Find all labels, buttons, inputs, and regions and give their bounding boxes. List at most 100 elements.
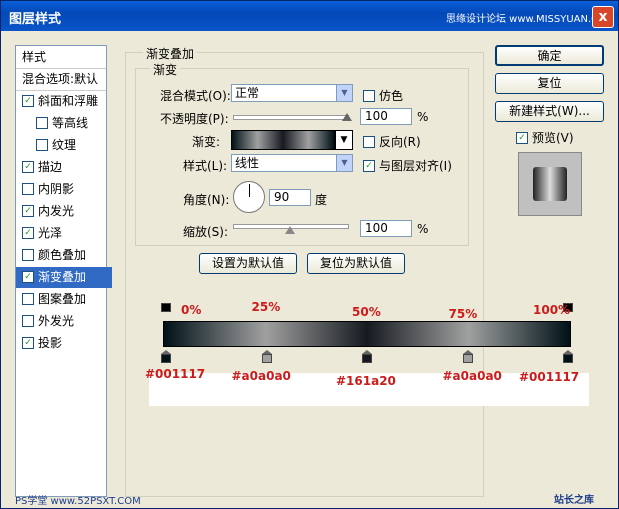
stop-percent-label: 0% [181, 303, 202, 317]
dialog-title: 图层样式 [9, 12, 62, 27]
style-item[interactable]: 图案叠加 [16, 289, 112, 310]
style-item-label: 描边 [38, 160, 63, 174]
checkbox-icon: ✓ [363, 159, 375, 172]
style-item-label: 图案叠加 [38, 292, 87, 306]
opacity-label: 不透明度(P): [160, 112, 229, 126]
angle-label: 角度(N): [183, 193, 230, 207]
style-item[interactable]: ✓ 斜面和浮雕 [16, 91, 112, 112]
stop-swatch [161, 354, 171, 363]
color-stop[interactable] [362, 350, 372, 363]
stop-square [161, 303, 171, 312]
style-item[interactable]: ✓ 描边 [16, 157, 112, 178]
style-select[interactable]: 线性 ▼ [231, 154, 353, 172]
checkbox-icon[interactable] [36, 116, 48, 129]
new-style-button[interactable]: 新建样式(W)... [495, 101, 604, 122]
checkbox-icon[interactable]: ✓ [22, 336, 34, 349]
gradient-bar[interactable] [163, 321, 571, 347]
gradient-dropdown[interactable]: ▼ [335, 130, 353, 150]
opacity-unit: % [417, 110, 429, 124]
opacity-slider-thumb[interactable] [342, 113, 352, 121]
stop-swatch [563, 354, 573, 363]
style-item-label: 渐变叠加 [38, 270, 87, 284]
dither-checkbox[interactable]: 仿色 [363, 87, 403, 104]
checkbox-icon[interactable] [22, 182, 34, 195]
style-item[interactable]: 颜色叠加 [16, 245, 112, 266]
stop-swatch [362, 354, 372, 363]
align-checkbox[interactable]: ✓ 与图层对齐(I) [363, 157, 452, 174]
styles-header[interactable]: 样式 [16, 46, 106, 69]
color-stop[interactable] [161, 350, 171, 363]
checkbox-icon[interactable] [22, 248, 34, 261]
stop-percent-label: 75% [448, 307, 478, 321]
style-item-label: 内阴影 [38, 182, 75, 196]
stop-swatch [462, 354, 473, 363]
style-item-label: 颜色叠加 [38, 248, 87, 262]
color-stop[interactable] [462, 350, 473, 363]
stop-color-label: #a0a0a0 [231, 369, 291, 383]
angle-input[interactable]: 90 [269, 189, 311, 206]
scale-slider-thumb[interactable] [285, 226, 295, 234]
blend-mode-select[interactable]: 正常 ▼ [231, 84, 353, 102]
checkbox-icon[interactable] [22, 292, 34, 305]
style-item-label: 外发光 [38, 314, 75, 328]
close-button[interactable]: x [592, 6, 614, 28]
reset-button[interactable]: 复位 [495, 73, 604, 94]
stop-percent-label: 100% [533, 303, 571, 317]
color-stop[interactable] [261, 350, 272, 363]
angle-needle [249, 184, 250, 197]
layer-style-dialog: 图层样式 思缘设计论坛 www.MISSYUAN.COM x 样式 混合选项:默… [0, 0, 619, 509]
preview-label: 预览(V) [532, 131, 574, 145]
scale-input[interactable]: 100 [360, 220, 412, 237]
angle-dial[interactable] [233, 181, 265, 213]
checkbox-icon[interactable]: ✓ [22, 204, 34, 217]
checkbox-icon[interactable]: ✓ [22, 270, 34, 283]
style-item[interactable]: ✓ 渐变叠加 [16, 267, 112, 288]
gradient-label: 渐变: [192, 135, 221, 149]
reverse-checkbox[interactable]: 反向(R) [363, 133, 421, 150]
stop-color-label: #a0a0a0 [442, 369, 502, 383]
title-watermark: 思缘设计论坛 www.MISSYUAN.COM [446, 14, 615, 25]
stop-percent-label: 50% [352, 305, 381, 319]
scale-label: 缩放(S): [183, 225, 229, 239]
stop-swatch [261, 354, 272, 363]
opacity-slider[interactable] [233, 115, 349, 120]
style-item[interactable]: 内阴影 [16, 179, 112, 200]
preview-checkbox[interactable]: ✓ 预览(V) [516, 129, 574, 146]
style-item[interactable]: ✓ 内发光 [16, 201, 112, 222]
opacity-stop[interactable] [161, 303, 171, 315]
style-item[interactable]: 外发光 [16, 311, 112, 332]
style-item-label: 斜面和浮雕 [38, 94, 99, 108]
gradient-subgroup-title: 渐变 [150, 61, 181, 78]
preview-swatch [533, 167, 567, 201]
gradient-picker[interactable] [231, 130, 335, 150]
checkbox-icon[interactable]: ✓ [22, 94, 34, 107]
color-stop[interactable] [563, 350, 573, 363]
set-default-button[interactable]: 设置为默认值 [199, 253, 297, 274]
blend-options-item[interactable]: 混合选项:默认 [16, 69, 106, 91]
reverse-label: 反向(R) [379, 135, 421, 149]
scale-unit: % [417, 222, 429, 236]
reset-default-button[interactable]: 复位为默认值 [307, 253, 405, 274]
style-item[interactable]: 纹理 [16, 135, 126, 156]
chevron-down-icon: ▼ [336, 155, 352, 171]
chevron-down-icon: ▼ [340, 135, 348, 145]
style-item[interactable]: 等高线 [16, 113, 126, 134]
dither-label: 仿色 [379, 89, 404, 103]
style-item[interactable]: ✓ 投影 [16, 333, 112, 354]
footer-watermark-left: PS学堂 www.52PSXT.COM [15, 496, 141, 507]
blend-mode-value: 正常 [235, 86, 260, 100]
checkbox-icon[interactable]: ✓ [22, 160, 34, 173]
style-preview [518, 152, 582, 216]
stop-color-label: #001117 [145, 367, 206, 381]
checkbox-icon[interactable] [22, 314, 34, 327]
checkbox-icon[interactable]: ✓ [22, 226, 34, 239]
checkbox-icon: ✓ [516, 131, 528, 144]
ok-button[interactable]: 确定 [495, 45, 604, 66]
style-item[interactable]: ✓ 光泽 [16, 223, 112, 244]
opacity-input[interactable]: 100 [360, 108, 412, 125]
stop-color-label: #001117 [519, 370, 580, 384]
style-item-label: 光泽 [38, 226, 63, 240]
gradient-overlay-title: 渐变叠加 [143, 45, 198, 62]
style-item-label: 内发光 [38, 204, 75, 218]
checkbox-icon[interactable] [36, 138, 48, 151]
